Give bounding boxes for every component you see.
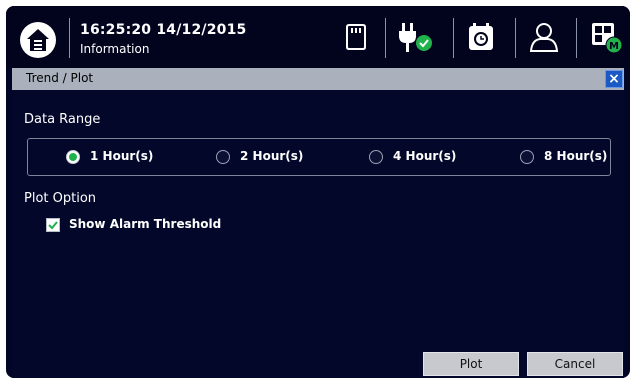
screen-name-label: Information [80, 42, 150, 56]
topbar-divider [453, 18, 454, 58]
timer-icon[interactable] [466, 21, 496, 53]
show-alarm-threshold-label[interactable]: Show Alarm Threshold [69, 217, 221, 231]
topbar-divider [69, 18, 70, 58]
radio-button[interactable] [520, 150, 534, 164]
radio-label: 1 Hour(s) [90, 149, 154, 163]
radio-button-selected[interactable] [66, 150, 80, 164]
datetime-display: 16:25:20 14/12/2015 [80, 22, 247, 38]
home-button[interactable] [20, 22, 56, 58]
radio-button[interactable] [216, 150, 230, 164]
data-range-group: 1 Hour(s) 2 Hour(s) 4 Hour(s) 8 Hour(s) [27, 138, 611, 176]
radio-label: 4 Hour(s) [393, 149, 457, 163]
user-icon[interactable] [528, 21, 560, 53]
data-range-label: Data Range [24, 112, 101, 127]
home-icon [27, 29, 49, 51]
close-button[interactable]: × [605, 70, 623, 88]
cancel-button[interactable]: Cancel [527, 352, 623, 376]
module-icon[interactable]: M [590, 21, 624, 55]
radio-button[interactable] [369, 150, 383, 164]
dialog-titlebar: Trend / Plot × [12, 68, 624, 90]
module-badge: M [609, 41, 619, 52]
top-status-bar: 16:25:20 14/12/2015 Information M [6, 6, 630, 68]
memory-card-icon[interactable] [343, 21, 369, 53]
power-plug-status-icon[interactable] [396, 21, 436, 55]
dialog-body: Data Range 1 Hour(s) 2 Hour(s) 4 Hour(s)… [12, 90, 624, 378]
radio-label: 2 Hour(s) [240, 149, 304, 163]
topbar-divider [515, 18, 516, 58]
topbar-divider [576, 18, 577, 58]
checkmark-icon [48, 221, 58, 230]
device-screen: 16:25:20 14/12/2015 Information M Trend … [6, 6, 630, 378]
plot-button[interactable]: Plot [423, 352, 519, 376]
topbar-divider [385, 18, 386, 58]
dialog-title: Trend / Plot [26, 71, 94, 85]
plot-option-label: Plot Option [24, 191, 97, 206]
radio-label: 8 Hour(s) [544, 149, 608, 163]
show-alarm-threshold-checkbox[interactable] [46, 218, 60, 232]
